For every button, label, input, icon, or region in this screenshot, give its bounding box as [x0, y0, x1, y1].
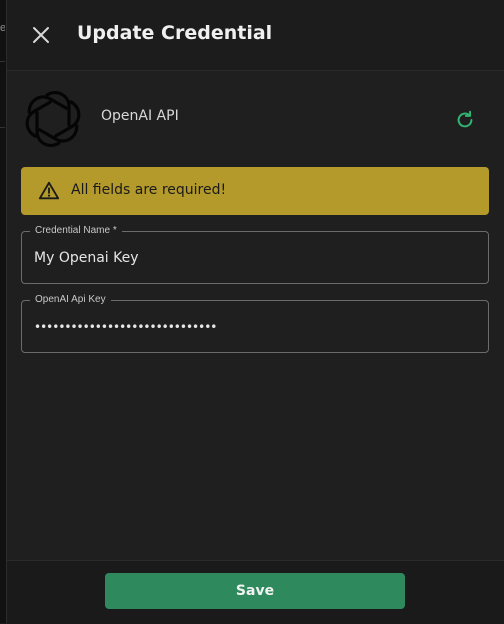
dialog-footer: Save: [7, 560, 504, 624]
provider-name: OpenAI API: [101, 108, 179, 124]
dialog-header: Update Credential: [7, 0, 504, 71]
credential-name-label: Credential Name *: [30, 224, 122, 238]
save-button[interactable]: Save: [105, 573, 405, 609]
alert-message: All fields are required!: [71, 182, 227, 198]
update-credential-dialog: Update Credential OpenAI API All fields …: [7, 0, 504, 624]
warning-alert: All fields are required!: [21, 167, 489, 215]
refresh-button[interactable]: [454, 109, 476, 131]
api-key-field: OpenAI Api Key: [21, 293, 489, 353]
background-divider: [0, 127, 5, 128]
background-divider: [0, 61, 5, 62]
credential-name-field: Credential Name *: [21, 224, 489, 284]
credential-name-input[interactable]: [34, 243, 474, 273]
refresh-icon: [457, 110, 473, 128]
openai-logo-icon: [19, 85, 87, 153]
background-text-fragment: e: [0, 22, 5, 34]
close-button[interactable]: [29, 23, 53, 47]
background-page-edge: e: [0, 0, 7, 623]
dialog-title: Update Credential: [77, 22, 273, 44]
api-key-input[interactable]: [34, 312, 474, 342]
dialog-content: OpenAI API All fields are required! Cred…: [7, 71, 504, 560]
warning-triangle-icon: [38, 180, 60, 202]
close-icon: [33, 27, 49, 43]
api-key-label: OpenAI Api Key: [30, 293, 111, 307]
